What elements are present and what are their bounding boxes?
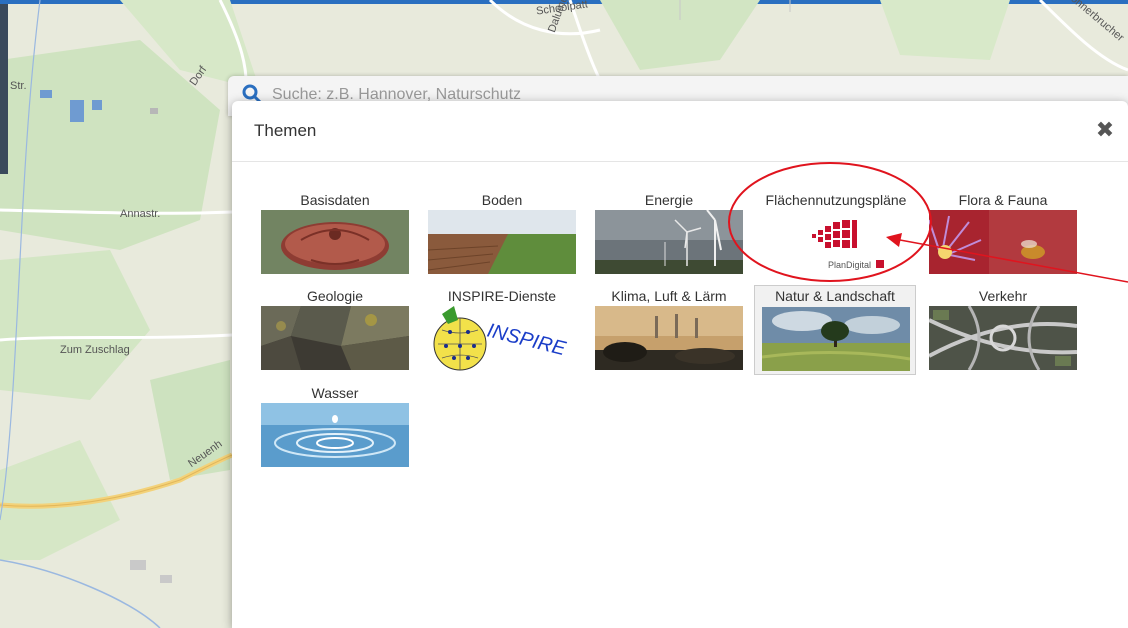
theme-tile-natur-landschaft[interactable]: Natur & Landschaft — [754, 285, 916, 375]
theme-tile-klima[interactable]: Klima, Luft & Lärm — [592, 288, 746, 380]
theme-tile-geologie[interactable]: Geologie — [258, 288, 412, 380]
theme-tile-label: Klima, Luft & Lärm — [611, 288, 727, 304]
theme-tile-label: Verkehr — [978, 288, 1028, 304]
close-button[interactable]: ✖ — [1094, 119, 1116, 141]
highway-interchange-image — [929, 306, 1077, 370]
water-drop-image — [261, 403, 409, 467]
theme-tile-flora-fauna[interactable]: Flora & Fauna — [926, 192, 1080, 284]
theme-tile-label: INSPIRE-Dienste — [447, 288, 557, 304]
tree-meadow-image — [762, 307, 910, 371]
theme-tile-wasser[interactable]: Wasser — [258, 385, 412, 477]
theme-tile-verkehr[interactable]: Verkehr — [926, 288, 1080, 380]
theme-tile-label: Boden — [481, 192, 523, 208]
map-label-str: Str. — [10, 80, 27, 92]
theme-tile-label: Wasser — [311, 385, 359, 401]
theme-tile-inspire[interactable]: INSPIRE-Dienste INSPIRE — [425, 288, 579, 380]
close-icon: ✖ — [1095, 117, 1115, 142]
theme-tile-label: Flächennutzungspläne — [765, 192, 907, 208]
theme-tile-label: Energie — [644, 192, 694, 208]
field-image — [428, 210, 576, 274]
smog-landscape-image — [595, 306, 743, 370]
theme-tile-label: Basisdaten — [300, 192, 370, 208]
theme-tile-label: Flora & Fauna — [958, 192, 1048, 208]
theme-tile-basisdaten[interactable]: Basisdaten — [258, 192, 412, 284]
theme-tile-label: Natur & Landschaft — [775, 288, 895, 304]
wind-turbines-image — [595, 210, 743, 274]
theme-tile-flaechennutzungsplaene[interactable]: Flächennutzungspläne PlanDigital — [759, 192, 913, 284]
map-label-annastr: Annastr. — [120, 208, 161, 220]
theme-tile-boden[interactable]: Boden — [425, 192, 579, 284]
themes-modal: Themen ✖ Basisdaten Boden Energie Fläche… — [232, 101, 1128, 628]
theme-tile-energie[interactable]: Energie — [592, 192, 746, 284]
map-label-zum-zuschlag: Zum Zuschlag — [60, 344, 130, 356]
modal-title: Themen — [254, 121, 317, 140]
modal-header: Themen ✖ — [232, 101, 1128, 162]
theme-tile-label: Geologie — [306, 288, 364, 304]
rock-image — [261, 306, 409, 370]
svg-text:PlanDigital: PlanDigital — [828, 260, 871, 270]
inspire-logo: INSPIRE — [428, 306, 576, 371]
survey-marker-image — [261, 210, 409, 274]
bee-flower-image — [929, 210, 1077, 274]
plandigital-logo: PlanDigital — [762, 210, 910, 274]
